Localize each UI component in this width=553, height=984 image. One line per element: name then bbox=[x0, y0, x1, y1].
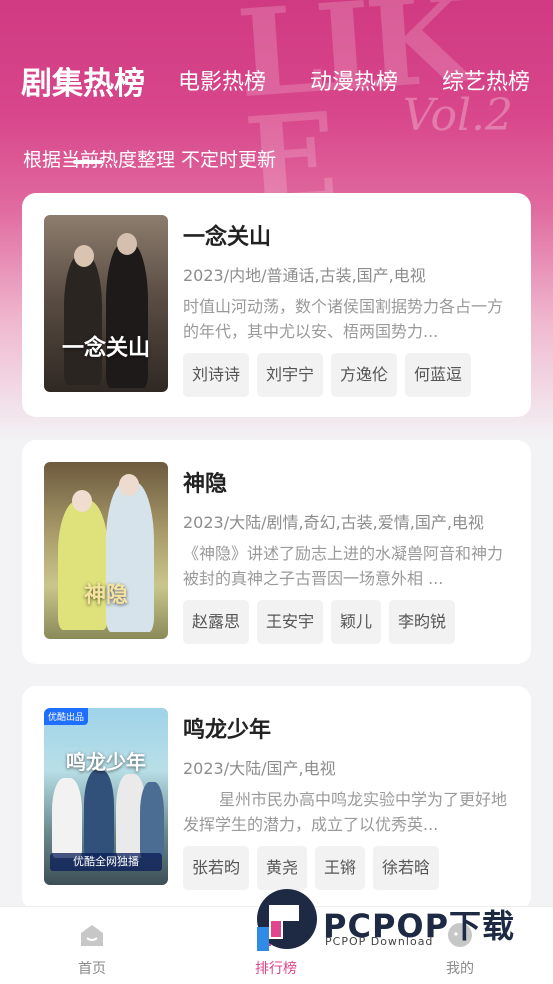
poster-title: 鸣龙少年 bbox=[66, 750, 146, 774]
show-meta: 2023/内地/普通话,古装,国产,电视 bbox=[183, 266, 426, 285]
nav-label: 我的 bbox=[446, 961, 474, 977]
cast-tag[interactable]: 黄尧 bbox=[257, 846, 308, 890]
cast-tag[interactable]: 刘诗诗 bbox=[183, 353, 250, 397]
nav-label: 首页 bbox=[78, 961, 106, 977]
show-card[interactable]: 神隐 神隐 2023/大陆/剧情,奇幻,古装,爱情,国产,电视 《神隐》讲述了励… bbox=[22, 440, 531, 664]
cast-tag[interactable]: 颖儿 bbox=[331, 600, 382, 644]
tab-variety[interactable]: 综艺热榜 bbox=[442, 64, 530, 96]
poster-image: 神隐 bbox=[44, 462, 168, 639]
page-subtitle: 根据当前热度整理 不定时更新 bbox=[23, 149, 277, 171]
nav-label: 排行榜 bbox=[255, 961, 297, 977]
cast-tags: 刘诗诗 刘宇宁 方逸伦 何蓝逗 bbox=[183, 353, 472, 397]
poster-title: 一念关山 bbox=[61, 335, 150, 361]
show-meta: 2023/大陆/剧情,奇幻,古装,爱情,国产,电视 bbox=[183, 513, 484, 532]
nav-home[interactable]: 首页 bbox=[32, 907, 152, 984]
show-description: 星州市民办高中鸣龙实验中学为了更好地发挥学生的潜力，成立了以优秀英... bbox=[183, 790, 508, 834]
tab-movie[interactable]: 电影热榜 bbox=[178, 64, 266, 96]
tab-drama[interactable]: 剧集热榜 bbox=[21, 58, 145, 103]
cast-tag[interactable]: 赵露思 bbox=[183, 600, 250, 644]
category-tabs: 剧集热榜 电影热榜 动漫热榜 综艺热榜 bbox=[0, 52, 553, 164]
home-icon bbox=[81, 925, 103, 946]
cast-tag[interactable]: 方逸伦 bbox=[331, 353, 398, 397]
cast-tag[interactable]: 王安宇 bbox=[257, 600, 324, 644]
poster-badge: 优酷出品 bbox=[44, 708, 89, 725]
poster-title: 神隐 bbox=[83, 582, 128, 608]
cast-tag[interactable]: 刘宇宁 bbox=[257, 353, 324, 397]
poster-image: 优酷出品 鸣龙少年 优酷全网独播 bbox=[44, 708, 168, 885]
show-meta: 2023/大陆/国产,电视 bbox=[183, 759, 336, 778]
cast-tag[interactable]: 徐若晗 bbox=[373, 846, 440, 890]
cast-tag[interactable]: 王锵 bbox=[315, 846, 366, 890]
cast-tags: 赵露思 王安宇 颖儿 李昀锐 bbox=[183, 600, 456, 644]
show-title: 一念关山 bbox=[183, 225, 272, 250]
tab-anime[interactable]: 动漫热榜 bbox=[310, 64, 398, 96]
show-title: 神隐 bbox=[183, 472, 228, 497]
cast-tag[interactable]: 何蓝逗 bbox=[405, 353, 472, 397]
cast-tags: 张若昀 黄尧 王锵 徐若晗 bbox=[183, 846, 440, 890]
show-card[interactable]: 优酷出品 鸣龙少年 优酷全网独播 鸣龙少年 2023/大陆/国产,电视 星州市民… bbox=[22, 686, 531, 910]
poster-image: 一念关山 bbox=[44, 215, 168, 392]
cast-tag[interactable]: 李昀锐 bbox=[389, 600, 456, 644]
cast-tag[interactable]: 张若昀 bbox=[183, 846, 250, 890]
show-description: 《神隐》讲述了励志上进的水凝兽阿音和神力被封的真神之子古晋因一场意外相 ... bbox=[183, 544, 504, 588]
show-title: 鸣龙少年 bbox=[183, 718, 272, 743]
watermark-subtext: PCPOP Download bbox=[325, 935, 434, 948]
poster-banner: 优酷全网独播 bbox=[50, 853, 162, 871]
show-card[interactable]: 一念关山 一念关山 2023/内地/普通话,古装,国产,电视 时值山河动荡，数个… bbox=[22, 193, 531, 417]
watermark-logo-icon bbox=[257, 889, 317, 951]
show-description: 时值山河动荡，数个诸侯国割据势力各占一方的年代，其中尤以安、梧两国势力... bbox=[183, 297, 504, 341]
watermark: PCPOP下载 PCPOP Download bbox=[255, 887, 545, 957]
